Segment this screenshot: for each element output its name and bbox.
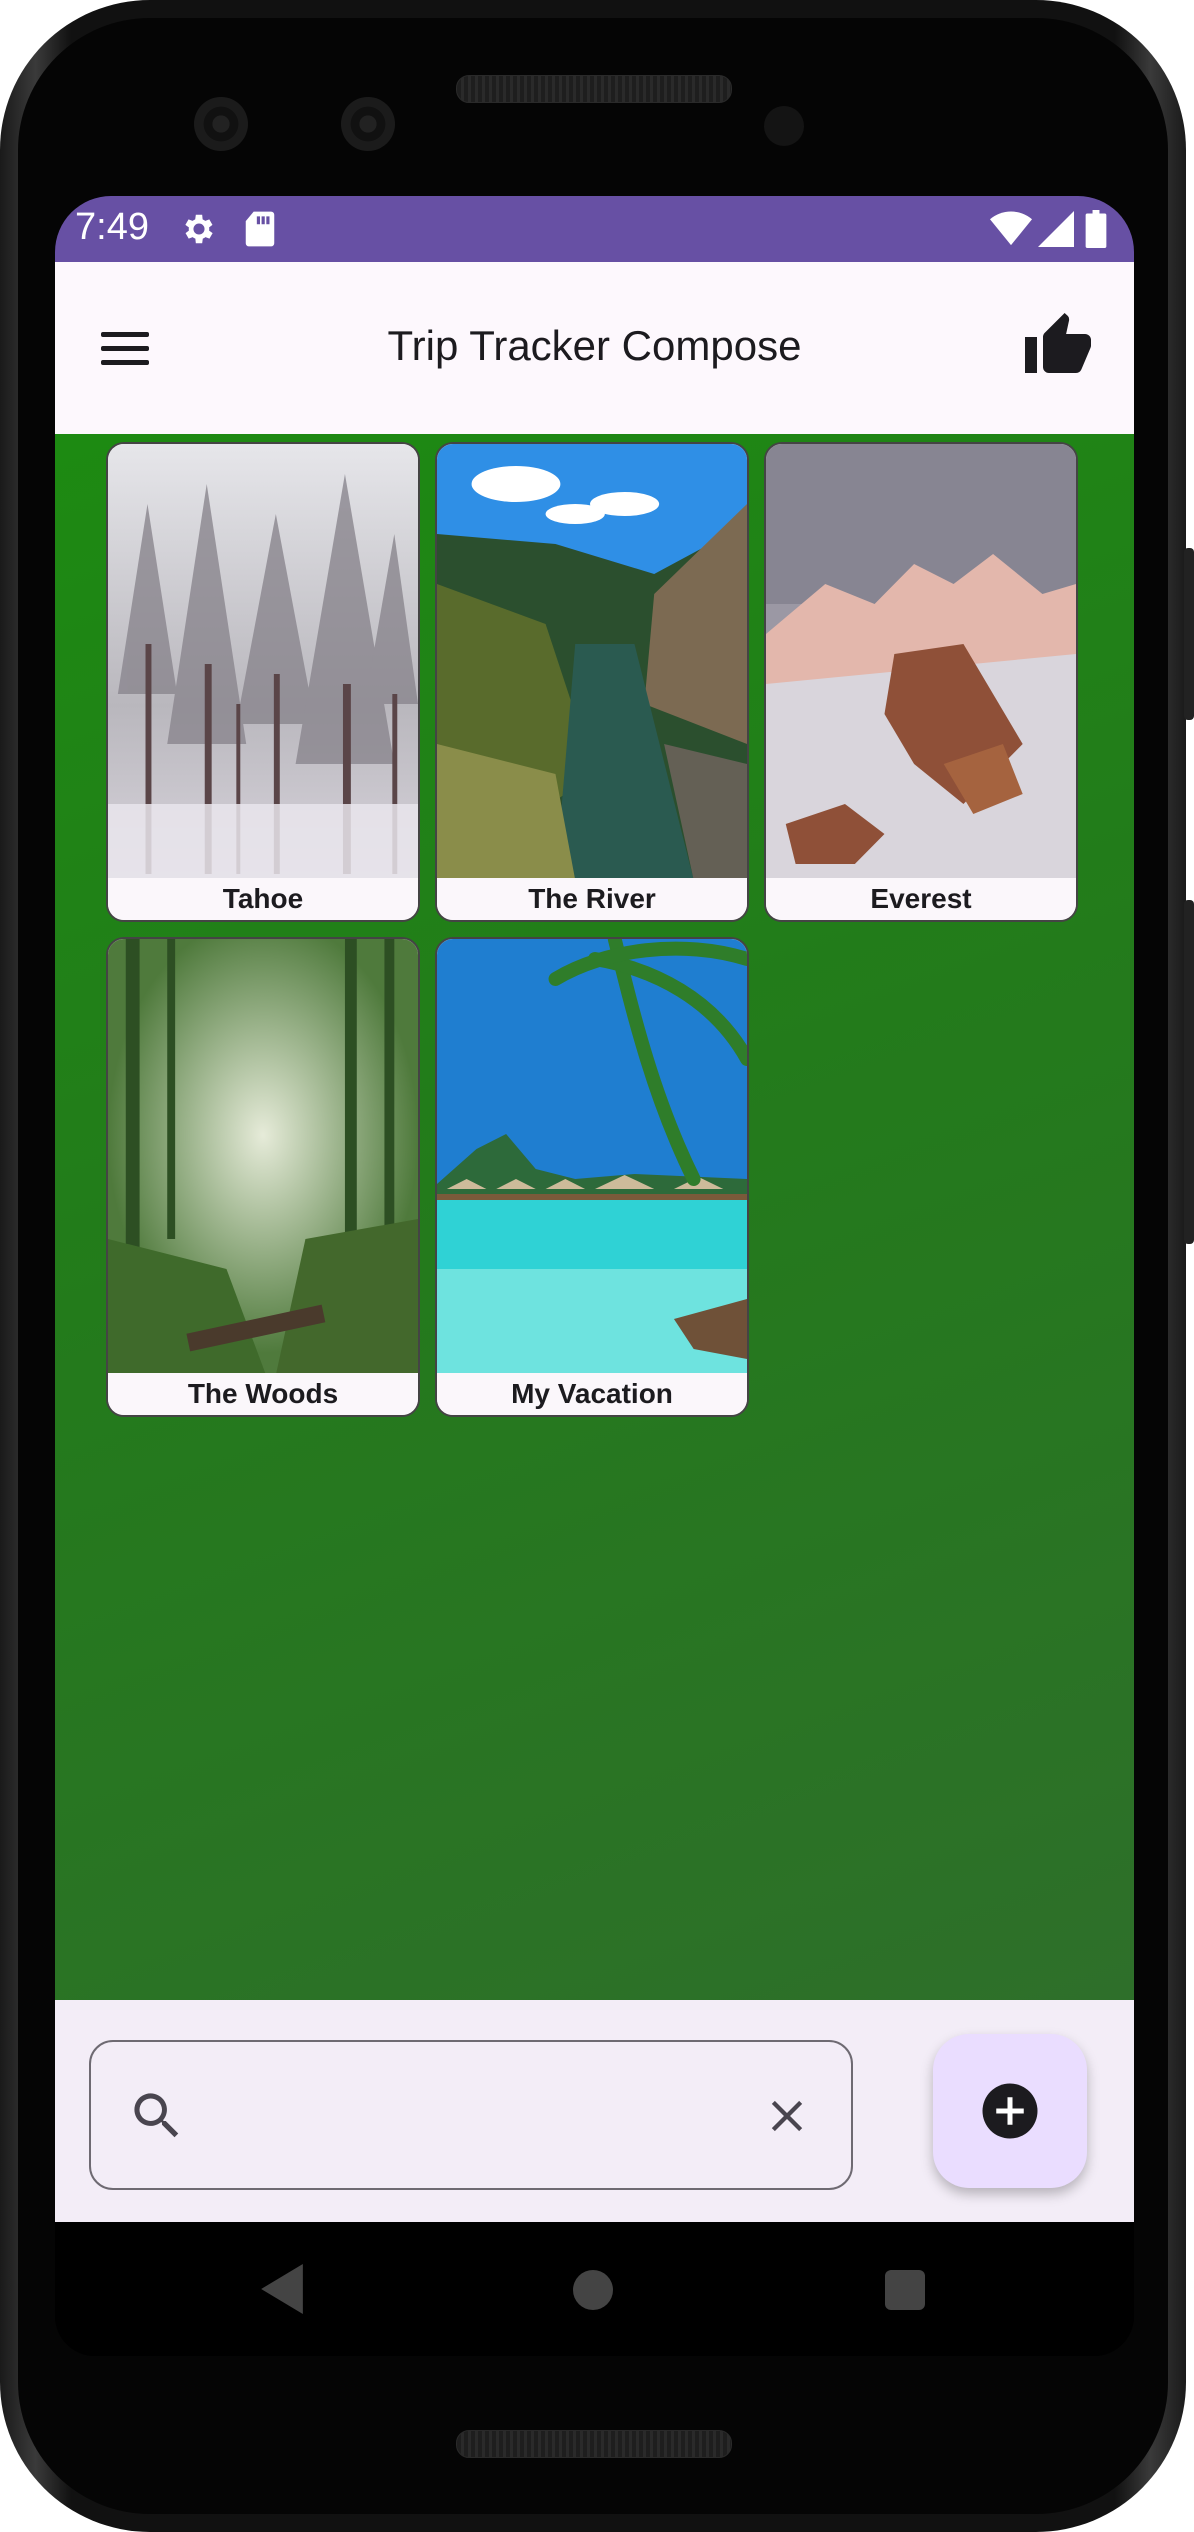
system-navigation-bar — [55, 2222, 1134, 2356]
trip-image-river-canyon — [437, 444, 747, 880]
trip-label: The Woods — [108, 1373, 418, 1415]
front-camera — [194, 97, 248, 151]
earpiece-speaker — [456, 75, 732, 103]
trip-card-everest[interactable]: Everest — [764, 442, 1078, 922]
trip-card-tahoe[interactable]: Tahoe — [106, 442, 420, 922]
search-input[interactable] — [211, 2082, 715, 2150]
status-bar: 7:49 — [55, 196, 1134, 262]
trip-label: Everest — [766, 878, 1076, 920]
trip-label: The River — [437, 878, 747, 920]
trip-card-the-river[interactable]: The River — [435, 442, 749, 922]
search-field[interactable] — [89, 2040, 853, 2190]
close-icon[interactable] — [761, 2090, 813, 2142]
screen: 7:49 Trip Tracker Compose Tahoe The Rive… — [55, 196, 1134, 2356]
trip-image-snowy-forest — [108, 444, 418, 880]
trip-card-my-vacation[interactable]: My Vacation — [435, 937, 749, 1417]
trip-image-snowy-mountains — [766, 444, 1076, 880]
recents-icon[interactable] — [885, 2270, 925, 2310]
home-icon[interactable] — [573, 2270, 613, 2310]
power-button — [1184, 548, 1194, 720]
back-icon[interactable] — [260, 2264, 304, 2314]
front-camera-secondary — [341, 97, 395, 151]
gear-icon — [185, 214, 213, 244]
bottom-bar — [55, 2000, 1134, 2222]
top-app-bar: Trip Tracker Compose — [55, 262, 1134, 434]
status-time: 7:49 — [75, 206, 149, 248]
app-title: Trip Tracker Compose — [387, 322, 802, 369]
search-icon — [134, 2093, 179, 2138]
add-trip-button[interactable] — [933, 2034, 1087, 2188]
add-circle-icon — [982, 2083, 1038, 2139]
sd-card-icon — [245, 211, 275, 247]
trip-card-the-woods[interactable]: The Woods — [106, 937, 420, 1417]
thumb-up-icon[interactable] — [1022, 310, 1094, 382]
volume-button — [1184, 900, 1194, 1244]
trip-image-tropical-beach — [437, 939, 747, 1375]
trip-grid-area: Tahoe The River Everest The Woods My Vac… — [55, 434, 1134, 2000]
signal-icon — [1038, 211, 1074, 247]
trip-label: My Vacation — [437, 1373, 747, 1415]
proximity-sensor — [764, 106, 804, 146]
trip-label: Tahoe — [108, 878, 418, 920]
trip-image-misty-woods — [108, 939, 418, 1375]
wifi-icon — [990, 211, 1032, 246]
bottom-speaker — [456, 2430, 732, 2458]
battery-icon — [1085, 210, 1107, 248]
